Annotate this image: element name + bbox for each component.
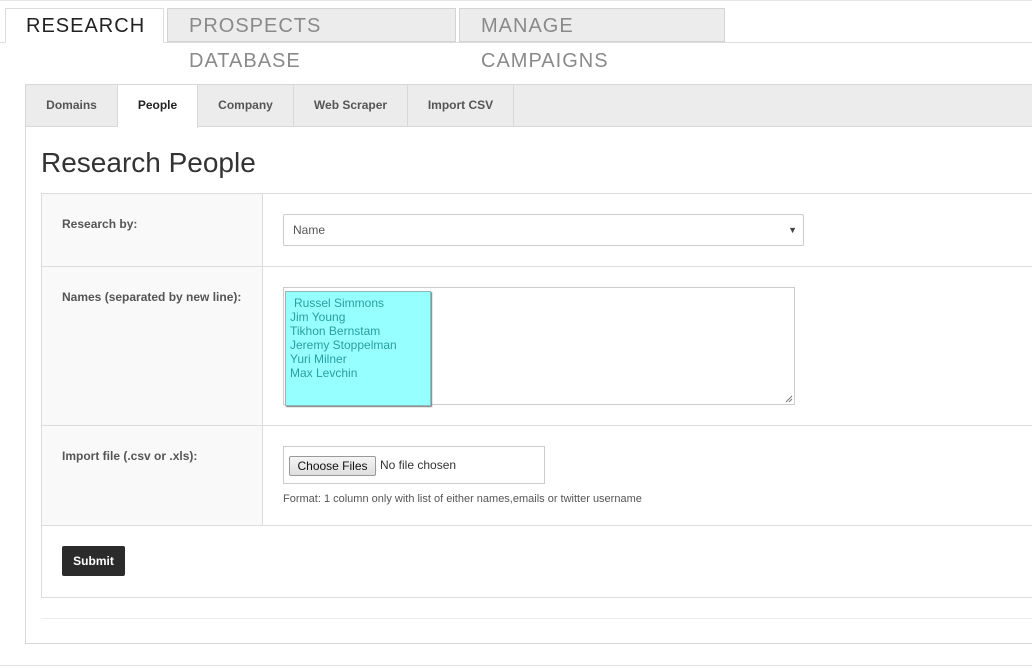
subtab-company[interactable]: Company (198, 85, 294, 127)
page-divider (0, 665, 1032, 666)
page-title: Research People (41, 147, 256, 178)
file-format-help: Format: 1 column only with list of eithe… (283, 493, 642, 505)
file-status-text: No file chosen (380, 458, 457, 472)
subtab-import-csv[interactable]: Import CSV (408, 85, 514, 127)
research-by-selected-value: Name (293, 223, 326, 237)
tab-research[interactable]: RESEARCH (5, 8, 164, 43)
resize-handle-icon[interactable] (785, 395, 793, 403)
name-entry: Russel Simmons (294, 296, 385, 310)
tab-prospects-database[interactable]: PROSPECTS DATABASE (167, 8, 456, 72)
name-entry: Tikhon Bernstam (290, 324, 381, 338)
names-row: Names (separated by new line): Russel Si… (42, 267, 1032, 426)
label-cell: Research by: (42, 194, 263, 266)
choose-files-button[interactable]: Choose Files (289, 456, 376, 476)
subtab-web-scraper[interactable]: Web Scraper (294, 85, 408, 127)
research-by-select[interactable]: Name ▼ (283, 214, 804, 246)
divider (41, 618, 1032, 619)
import-file-label: Import file (.csv or .xls): (62, 449, 198, 463)
sub-tab-bar: Domains People Company Web Scraper Impor… (26, 85, 1032, 128)
import-file-row: Import file (.csv or .xls): Choose Files… (42, 426, 1032, 526)
top-border (0, 0, 1032, 1)
submit-button[interactable]: Submit (62, 546, 125, 576)
file-input[interactable]: Choose Files No file chosen (283, 446, 545, 484)
names-selection-highlight: Russel Simmons Jim Young Tikhon Bernstam… (285, 291, 431, 406)
names-textarea[interactable]: Russel Simmons Jim Young Tikhon Bernstam… (283, 287, 795, 406)
research-by-label: Research by: (62, 217, 138, 231)
chevron-down-icon: ▼ (788, 225, 797, 235)
subtab-domains[interactable]: Domains (26, 85, 118, 127)
subtab-people[interactable]: People (118, 85, 198, 128)
name-entry: Yuri Milner (290, 352, 347, 366)
name-entry: Max Levchin (290, 366, 358, 380)
name-entry: Jim Young (290, 310, 346, 324)
names-label: Names (separated by new line): (62, 290, 242, 304)
research-panel: Domains People Company Web Scraper Impor… (25, 84, 1032, 644)
top-tab-bar: RESEARCH PROSPECTS DATABASE MANAGE CAMPA… (0, 0, 1032, 72)
name-entry: Jeremy Stoppelman (290, 338, 397, 352)
submit-row: Submit (42, 526, 1032, 598)
research-form: Research by: Name ▼ Names (separated by … (41, 193, 1032, 598)
label-cell: Import file (.csv or .xls): (42, 426, 263, 525)
label-cell: Names (separated by new line): (42, 267, 263, 425)
research-by-row: Research by: Name ▼ (42, 194, 1032, 267)
tab-manage-campaigns[interactable]: MANAGE CAMPAIGNS (459, 8, 725, 72)
